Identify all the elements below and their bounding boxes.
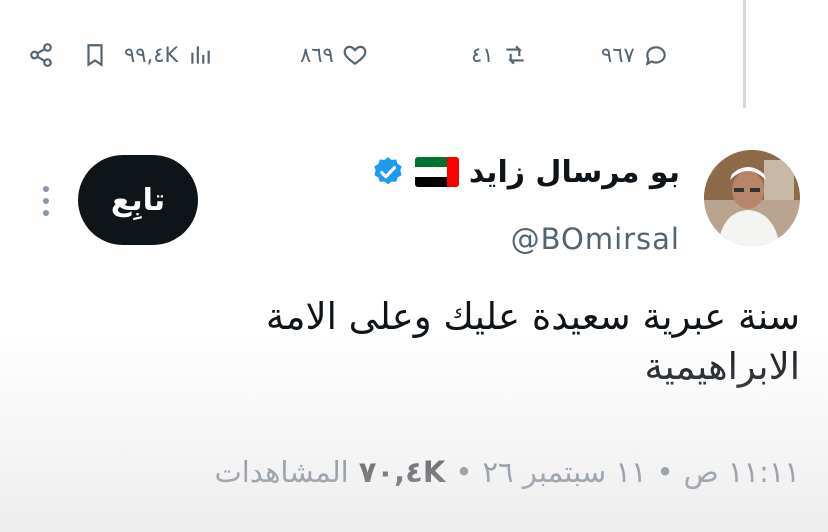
follow-button[interactable]: تابِع — [78, 155, 198, 245]
reply-icon — [645, 46, 666, 66]
verified-icon — [374, 157, 402, 185]
views-count: ٩٩,٤K — [124, 43, 180, 67]
separator-dot: • — [656, 455, 674, 489]
tweet-text-line: سنة عبرية سعيدة عليك وعلى الامة — [265, 295, 800, 338]
views-button[interactable]: ٩٩,٤K — [124, 30, 213, 80]
uae-flag-icon — [414, 157, 459, 187]
separator-dot: • — [455, 455, 473, 489]
repost-count: ٤١ — [471, 43, 494, 67]
tweet-date[interactable]: ١١ سبتمبر ٢٦ — [482, 455, 646, 489]
more-icon[interactable] — [38, 183, 54, 219]
tweet-text: سنة عبرية سعيدة عليك وعلى الامة الابراهي… — [100, 292, 800, 392]
avatar[interactable] — [704, 150, 800, 246]
views-icon — [191, 46, 211, 64]
author-display-name[interactable]: بو مرسال زايد — [469, 155, 680, 190]
repost-icon — [505, 45, 524, 65]
share-icon — [30, 43, 52, 67]
repost-button[interactable]: ٤١ — [471, 30, 528, 80]
bookmark-button[interactable] — [82, 30, 108, 80]
author-name-row: بو مرسال زايد — [371, 150, 680, 194]
share-button[interactable] — [28, 30, 54, 80]
tweet-views-count: ٧٠,٤K — [358, 455, 446, 489]
tweet-time[interactable]: ١١:١١ ص — [684, 455, 800, 489]
like-button[interactable]: ٨٦٩ — [300, 30, 368, 80]
tweet-meta: ١١:١١ ص • ١١ سبتمبر ٢٦ • ٧٠,٤K المشاهدات — [215, 455, 801, 489]
bookmark-icon — [87, 44, 103, 67]
tweet-action-bar: ٩٩,٤K ٨٦٩ ٤١ ٩٦٧ — [28, 30, 688, 80]
tweet-views-label: المشاهدات — [214, 455, 349, 489]
reply-button[interactable]: ٩٦٧ — [601, 30, 669, 80]
tweet-text-line: الابراهيمية — [644, 345, 800, 388]
thread-line — [743, 0, 746, 108]
author-handle[interactable]: @BOmirsal — [511, 222, 680, 256]
reply-count: ٩٦٧ — [601, 43, 635, 67]
like-icon — [343, 45, 367, 65]
like-count: ٨٦٩ — [300, 43, 334, 67]
